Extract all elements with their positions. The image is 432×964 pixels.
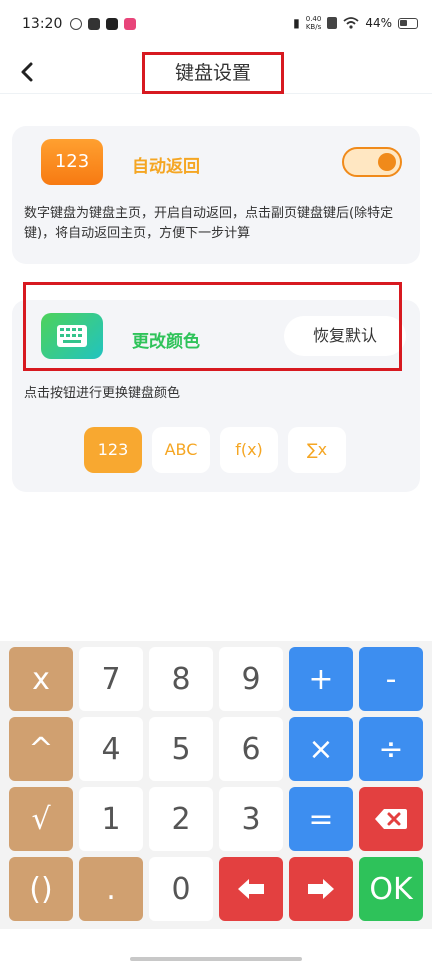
key-5[interactable]: 5 [149, 717, 213, 781]
key-3[interactable]: 3 [219, 787, 283, 851]
key-2[interactable]: 2 [149, 787, 213, 851]
key-minus[interactable]: - [359, 647, 423, 711]
key-1[interactable]: 1 [79, 787, 143, 851]
vibrate-icon: ▮ [293, 16, 300, 30]
key-sqrt[interactable]: √ [9, 787, 73, 851]
key-9[interactable]: 9 [219, 647, 283, 711]
theme-button-fx[interactable]: f(x) [220, 427, 278, 473]
theme-button-sum[interactable]: ∑x [288, 427, 346, 473]
speed-value: 0.40 [305, 15, 322, 23]
key-backspace[interactable] [359, 787, 423, 851]
status-bar: 13:20 ▮ 0.40 KB/s 44% [0, 0, 432, 50]
number-keyboard-icon: 123 [41, 139, 103, 185]
key-divide[interactable]: ÷ [359, 717, 423, 781]
notification-icon-1 [70, 18, 82, 30]
battery-percent: 44% [365, 16, 392, 30]
key-equals[interactable]: = [289, 787, 353, 851]
theme-buttons: 123 ABC f(x) ∑x [84, 427, 346, 473]
key-cursor-left[interactable] [219, 857, 283, 921]
network-speed: 0.40 KB/s [306, 15, 322, 31]
tiktok-icon [106, 18, 118, 30]
key-ok[interactable]: OK [359, 857, 423, 921]
annotation-highlight [23, 282, 402, 371]
key-8[interactable]: 8 [149, 647, 213, 711]
key-decimal[interactable]: . [79, 857, 143, 921]
app-notification-icon [124, 18, 136, 30]
notification-icon-2 [88, 18, 100, 30]
key-0[interactable]: 0 [149, 857, 213, 921]
status-time: 13:20 [22, 16, 63, 32]
theme-button-123[interactable]: 123 [84, 427, 142, 473]
home-indicator [130, 957, 302, 961]
key-6[interactable]: 6 [219, 717, 283, 781]
key-multiply[interactable]: × [289, 717, 353, 781]
speed-unit: KB/s [305, 23, 322, 31]
key-parentheses[interactable]: () [9, 857, 73, 921]
change-color-description: 点击按钮进行更换键盘颜色 [24, 386, 181, 401]
toggle-knob [378, 153, 396, 171]
auto-return-description: 数字键盘为键盘主页，开启自动返回，点击副页键盘键后(除特定键)，将自动返回主页，… [24, 206, 394, 241]
backspace-icon [375, 809, 407, 829]
battery-icon [398, 17, 418, 29]
status-indicators: ▮ 0.40 KB/s 44% [293, 15, 418, 31]
back-arrow-icon[interactable] [14, 58, 42, 86]
key-cursor-right[interactable] [289, 857, 353, 921]
key-power[interactable]: ^ [9, 717, 73, 781]
arrow-right-icon [308, 879, 334, 899]
page-title: 键盘设置 [142, 52, 284, 94]
auto-return-card: 123 自动返回 数字键盘为键盘主页，开启自动返回，点击副页键盘键后(除特定键)… [12, 126, 420, 264]
key-x[interactable]: x [9, 647, 73, 711]
key-plus[interactable]: + [289, 647, 353, 711]
wifi-icon [343, 17, 359, 29]
key-7[interactable]: 7 [79, 647, 143, 711]
sim-icon [327, 17, 338, 29]
auto-return-label: 自动返回 [132, 157, 200, 177]
arrow-left-icon [238, 879, 264, 899]
auto-return-toggle[interactable] [342, 147, 402, 177]
key-4[interactable]: 4 [79, 717, 143, 781]
theme-button-abc[interactable]: ABC [152, 427, 210, 473]
calculator-keyboard: x 7 8 9 + - ^ 4 5 6 × ÷ √ 1 2 3 = () . 0… [0, 641, 432, 929]
